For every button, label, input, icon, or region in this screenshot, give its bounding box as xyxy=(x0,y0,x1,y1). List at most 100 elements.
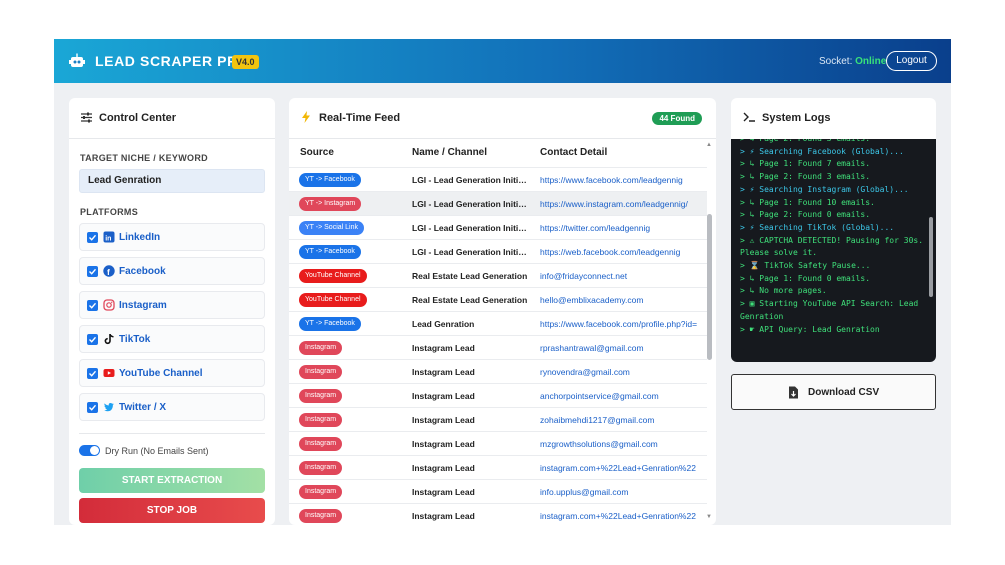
platform-label: Instagram xyxy=(119,300,167,311)
terminal-icon xyxy=(743,112,755,122)
contact-link[interactable]: zohaibmehdi1217@gmail.com xyxy=(540,415,700,425)
contact-link[interactable]: hello@emblixacademy.com xyxy=(540,295,700,305)
source-badge: Instagram xyxy=(299,341,343,355)
log-line: > ⌛ TikTok Safety Pause... xyxy=(740,261,871,271)
socket-status: Socket: Online xyxy=(819,56,886,67)
table-row[interactable]: Instagram Instagram Lead instagram.com+%22… xyxy=(289,503,707,525)
platform-tiktok[interactable]: TikTok xyxy=(79,325,265,353)
socket-label: Socket: xyxy=(819,56,853,67)
table-row[interactable]: Instagram Instagram Lead zohaibmehdi1217@g… xyxy=(289,407,707,431)
version-badge: V4.0 xyxy=(232,55,259,69)
twitter-icon xyxy=(104,403,114,412)
table-row[interactable]: Instagram Instagram Lead info.upplus@gmail… xyxy=(289,479,707,503)
contact-link[interactable]: rprashantrawal@gmail.com xyxy=(540,343,700,353)
log-line: > ↳ Page 2: Found 3 emails. xyxy=(740,172,871,182)
checkbox-checked-icon[interactable] xyxy=(87,266,98,277)
log-line: > ↳ Page 2: Found 0 emails. xyxy=(740,210,871,220)
contact-link[interactable]: https://www.facebook.com/profile.php?id= xyxy=(540,319,700,329)
platform-instagram[interactable]: Instagram xyxy=(79,291,265,319)
table-row[interactable]: YT -> Social Link LGI - Lead Generation I… xyxy=(289,215,707,239)
source-badge: YT -> Instagram xyxy=(299,197,362,211)
logout-button[interactable]: Logout xyxy=(886,51,937,71)
lead-name: Real Estate Lead Generation xyxy=(412,271,528,281)
table-row[interactable]: Instagram Instagram Lead mzgrowthsolutions… xyxy=(289,431,707,455)
lead-name: LGI - Lead Generation Initiative xyxy=(412,247,530,257)
lead-name: Instagram Lead xyxy=(412,487,475,497)
contact-link[interactable]: instagram.com+%22Lead+Genration%22 xyxy=(540,463,700,473)
contact-link[interactable]: https://www.facebook.com/leadgennig xyxy=(540,175,700,185)
table-row[interactable]: YT -> Facebook LGI - Lead Generation Init… xyxy=(289,167,707,191)
source-badge: YT -> Facebook xyxy=(299,317,361,331)
column-header-name[interactable]: Name / Channel xyxy=(412,147,487,158)
lead-name: Instagram Lead xyxy=(412,415,475,425)
source-badge: YT -> Social Link xyxy=(299,221,364,235)
contact-link[interactable]: https://www.instagram.com/leadgennig/ xyxy=(540,199,700,209)
log-line: > ⚡ Searching Instagram (Global)... xyxy=(740,184,909,194)
table-row[interactable]: YT -> Facebook LGI - Lead Generation Init… xyxy=(289,239,707,263)
file-download-icon xyxy=(789,386,798,399)
table-row[interactable]: YT -> Instagram LGI - Lead Generation Ini… xyxy=(289,191,707,215)
lead-name: LGI - Lead Generation Initiative xyxy=(412,223,530,233)
table-row[interactable]: Instagram Instagram Lead rprashantrawal@gm… xyxy=(289,335,707,359)
youtube-icon xyxy=(103,369,115,377)
scroll-down-icon[interactable]: ▼ xyxy=(706,514,712,520)
checkbox-checked-icon[interactable] xyxy=(87,300,98,311)
feed-scrollbar[interactable]: ▲ ▼ xyxy=(706,142,713,520)
log-line: > ▣ Starting YouTube API Search: Lead Ge… xyxy=(740,299,924,321)
contact-link[interactable]: https://web.facebook.com/leadgennig xyxy=(540,247,700,257)
contact-link[interactable]: info.upplus@gmail.com xyxy=(540,487,700,497)
lead-name: Instagram Lead xyxy=(412,391,475,401)
log-scrollbar[interactable] xyxy=(928,143,934,355)
scroll-up-icon[interactable]: ▲ xyxy=(706,142,712,148)
log-line: > ⚠ CAPTCHA DETECTED! Pausing for 30s. P… xyxy=(740,235,928,258)
table-row[interactable]: Instagram Instagram Lead instagram.com+%22… xyxy=(289,455,707,479)
checkbox-checked-icon[interactable] xyxy=(87,334,98,345)
checkbox-checked-icon[interactable] xyxy=(87,402,98,413)
lead-name: Instagram Lead xyxy=(412,343,475,353)
source-badge: Instagram xyxy=(299,485,343,499)
platform-label: LinkedIn xyxy=(119,232,161,243)
platform-label: YouTube Channel xyxy=(119,368,203,379)
column-header-contact[interactable]: Contact Detail xyxy=(540,147,607,158)
contact-link[interactable]: anchorpointservice@gmail.com xyxy=(540,391,700,401)
checkbox-checked-icon[interactable] xyxy=(87,368,98,379)
scrollbar-thumb[interactable] xyxy=(707,214,712,360)
contact-link[interactable]: instagram.com+%22Lead+Genration%22 xyxy=(540,511,700,521)
start-extraction-button[interactable]: START EXTRACTION xyxy=(79,468,265,493)
stop-job-button[interactable]: STOP JOB xyxy=(79,498,265,523)
control-center-title: Control Center xyxy=(99,112,176,124)
niche-input[interactable]: Lead Genration xyxy=(79,169,265,193)
linkedin-icon: in xyxy=(103,231,115,243)
column-header-source[interactable]: Source xyxy=(300,147,334,158)
table-row[interactable]: Instagram Instagram Lead rynovendra@gmail.… xyxy=(289,359,707,383)
lightning-icon xyxy=(302,111,310,123)
platform-twitter[interactable]: Twitter / X xyxy=(79,393,265,421)
niche-label: TARGET NICHE / KEYWORD xyxy=(80,153,208,163)
feed-table-body: YT -> Facebook LGI - Lead Generation Init… xyxy=(289,167,707,525)
table-row[interactable]: Instagram Instagram Lead anchorpointservic… xyxy=(289,383,707,407)
checkbox-checked-icon[interactable] xyxy=(87,232,98,243)
log-console[interactable]: > ↳ Page 2: Found 3 emails. > ⚡ Searching… xyxy=(731,139,936,362)
lead-name: LGI - Lead Generation Initiative xyxy=(412,175,530,185)
app-window: LEAD SCRAPER PRO V4.0 Socket: Online Log… xyxy=(54,39,951,525)
platform-linkedin[interactable]: in LinkedIn xyxy=(79,223,265,251)
platform-youtube[interactable]: YouTube Channel xyxy=(79,359,265,387)
contact-link[interactable]: mzgrowthsolutions@gmail.com xyxy=(540,439,700,449)
table-row[interactable]: YT -> Facebook Lead Genration https://www.… xyxy=(289,311,707,335)
scrollbar-thumb[interactable] xyxy=(929,217,933,297)
platform-label: Twitter / X xyxy=(119,402,167,413)
contact-link[interactable]: info@fridayconnect.net xyxy=(540,271,700,281)
contact-link[interactable]: rynovendra@gmail.com xyxy=(540,367,700,377)
table-row[interactable]: YouTube Channel Real Estate Lead Generati… xyxy=(289,263,707,287)
table-row[interactable]: YouTube Channel Real Estate Lead Generati… xyxy=(289,287,707,311)
contact-link[interactable]: https://twitter.com/leadgennig xyxy=(540,223,700,233)
download-csv-button[interactable]: Download CSV xyxy=(731,374,936,410)
lead-name: Instagram Lead xyxy=(412,439,475,449)
socket-status-value: Online xyxy=(855,56,887,67)
download-csv-label: Download CSV xyxy=(808,387,880,398)
platform-facebook[interactable]: f Facebook xyxy=(79,257,265,285)
sliders-icon xyxy=(81,112,92,123)
dry-run-toggle[interactable] xyxy=(79,445,100,456)
source-badge: Instagram xyxy=(299,461,343,475)
lead-name: Real Estate Lead Generation xyxy=(412,295,528,305)
